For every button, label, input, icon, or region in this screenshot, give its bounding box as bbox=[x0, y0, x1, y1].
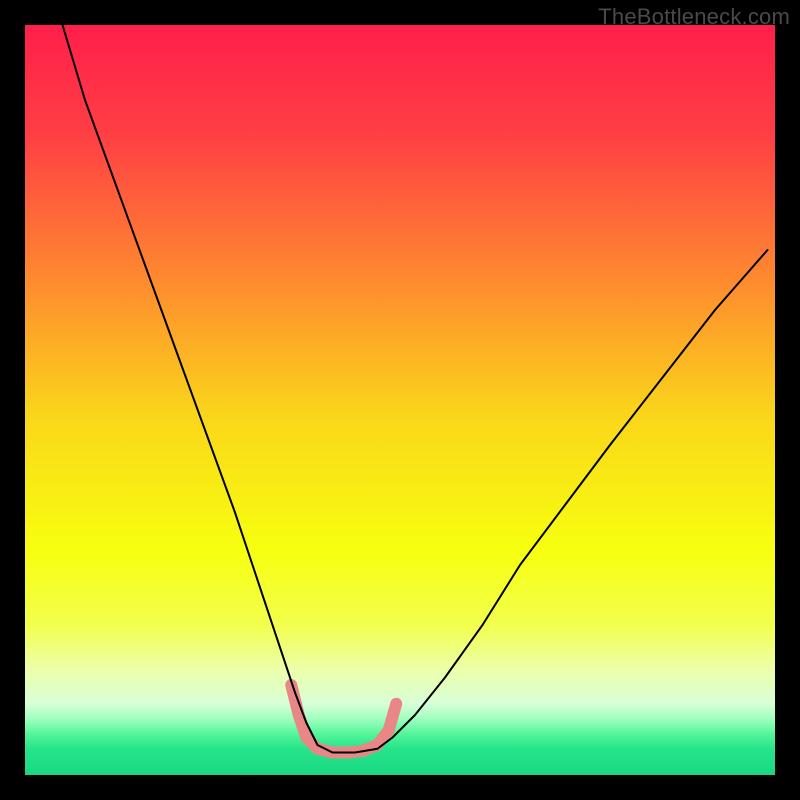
plot-area bbox=[25, 25, 775, 775]
curves-layer bbox=[25, 25, 775, 775]
chart-frame: TheBottleneck.com bbox=[0, 0, 800, 800]
highlight-optimal-range bbox=[291, 685, 396, 753]
watermark-text: TheBottleneck.com bbox=[598, 4, 790, 30]
bottleneck-curve bbox=[63, 25, 768, 753]
